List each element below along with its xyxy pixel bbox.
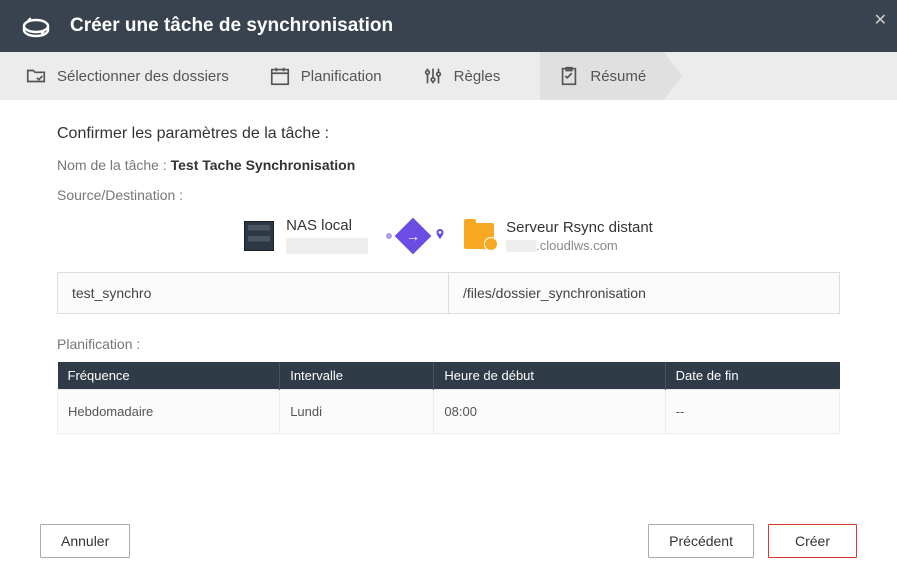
footer: Annuler Précédent Créer [0, 524, 897, 558]
close-icon[interactable]: ✕ [874, 10, 887, 30]
wizard-steps: Sélectionner des dossiers Planification … [0, 52, 897, 100]
source-path-cell: test_synchro [58, 273, 449, 313]
summary-content: Confirmer les paramètres de la tâche : N… [0, 100, 897, 459]
pin-icon [434, 226, 446, 245]
cell-frequency: Hebdomadaire [58, 390, 280, 434]
planification-label: Planification : [57, 336, 840, 352]
path-table: test_synchro /files/dossier_synchronisat… [57, 272, 840, 314]
rsync-server-title: Serveur Rsync distant [506, 219, 653, 236]
cell-start: 08:00 [434, 390, 665, 434]
clipboard-check-icon [558, 65, 580, 87]
col-interval: Intervalle [280, 362, 434, 390]
step-planification[interactable]: Planification [269, 65, 382, 87]
schedule-table: Fréquence Intervalle Heure de début Date… [57, 362, 840, 434]
task-name-label: Nom de la tâche : [57, 157, 167, 173]
sync-icon [20, 10, 52, 42]
col-frequency: Fréquence [58, 362, 280, 390]
step-summary[interactable]: Résumé [540, 52, 664, 100]
rsync-host: .cloudlws.com [506, 238, 653, 253]
col-start: Heure de début [434, 362, 665, 390]
host-suffix: .cloudlws.com [536, 238, 618, 253]
arrow-icon: → [395, 217, 432, 254]
cancel-button[interactable]: Annuler [40, 524, 130, 558]
rsync-server-box: Serveur Rsync distant .cloudlws.com [464, 219, 653, 253]
rsync-folder-icon [464, 223, 494, 249]
dest-path-cell: /files/dossier_synchronisation [449, 273, 839, 313]
titlebar: Créer une tâche de synchronisation ✕ [0, 0, 897, 52]
host-prefix-redacted [506, 240, 536, 252]
step-rules[interactable]: Règles [422, 65, 501, 87]
table-header-row: Fréquence Intervalle Heure de début Date… [58, 362, 840, 390]
task-name-value: Test Tache Synchronisation [171, 157, 356, 173]
calendar-icon [269, 65, 291, 87]
step-label: Règles [454, 68, 501, 85]
nas-device-icon [244, 221, 274, 251]
col-end: Date de fin [665, 362, 839, 390]
nas-local-title: NAS local [286, 217, 368, 234]
confirm-heading: Confirmer les paramètres de la tâche : [57, 125, 840, 143]
step-select-folders[interactable]: Sélectionner des dossiers [25, 65, 229, 87]
sliders-icon [422, 65, 444, 87]
cell-end: -- [665, 390, 839, 434]
task-name-line: Nom de la tâche : Test Tache Synchronisa… [57, 157, 840, 173]
step-label: Résumé [590, 68, 646, 85]
source-dest-row: NAS local → Serveur Rsync distant .cloud… [57, 217, 840, 254]
source-dest-label: Source/Destination : [57, 187, 840, 203]
step-label: Sélectionner des dossiers [57, 68, 229, 85]
previous-button[interactable]: Précédent [648, 524, 754, 558]
page-title: Créer une tâche de synchronisation [70, 15, 393, 37]
table-row: Hebdomadaire Lundi 08:00 -- [58, 390, 840, 434]
step-label: Planification [301, 68, 382, 85]
nas-name-redacted [286, 238, 368, 254]
nas-local-box: NAS local [244, 217, 368, 254]
dot-icon [386, 233, 392, 239]
folder-icon [25, 65, 47, 87]
cell-interval: Lundi [280, 390, 434, 434]
create-button[interactable]: Créer [768, 524, 857, 558]
direction-arrow: → [386, 223, 446, 249]
